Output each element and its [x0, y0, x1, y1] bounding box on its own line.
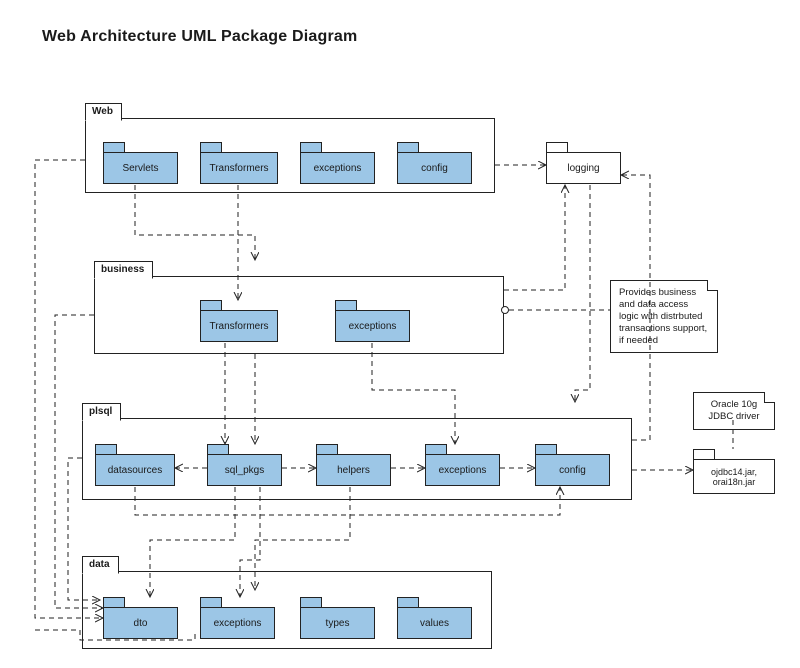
pkg-ext-jdbc-label: ojdbc14.jar, orai18n.jar	[693, 459, 775, 494]
note-business-text: Provides business and data access logic …	[619, 287, 707, 346]
pkg-plsql-config-label: config	[535, 454, 610, 486]
note-business: Provides business and data access logic …	[610, 280, 718, 353]
pkg-ext-jdbc: ojdbc14.jar, orai18n.jar	[693, 449, 775, 494]
pkg-plsql-config: config	[535, 444, 610, 486]
pkg-plsql-exceptions-label: exceptions	[425, 454, 500, 486]
pkg-data-dto-label: dto	[103, 607, 178, 639]
pkg-web-transformers: Transformers	[200, 142, 278, 184]
pkg-web-servlets-label: Servlets	[103, 152, 178, 184]
pkg-ext-logging-label: logging	[546, 152, 621, 184]
pkg-plsql-datasources-label: datasources	[95, 454, 175, 486]
pkg-data-types: types	[300, 597, 375, 639]
pkg-web-exceptions: exceptions	[300, 142, 375, 184]
diagram-canvas: Web Architecture UML Package Diagram Web…	[0, 0, 800, 668]
pkg-web-config: config	[397, 142, 472, 184]
pkg-web-config-label: config	[397, 152, 472, 184]
pkg-web-servlets: Servlets	[103, 142, 178, 184]
container-data-tab: data	[82, 556, 119, 574]
pkg-data-dto: dto	[103, 597, 178, 639]
pkg-plsql-sqlpkgs-label: sql_pkgs	[207, 454, 282, 486]
page-title: Web Architecture UML Package Diagram	[42, 28, 357, 46]
note-jdbc: Oracle 10g JDBC driver	[693, 392, 775, 430]
pkg-web-exceptions-label: exceptions	[300, 152, 375, 184]
pkg-data-exceptions: exceptions	[200, 597, 275, 639]
pkg-data-values-label: values	[397, 607, 472, 639]
pkg-data-exceptions-label: exceptions	[200, 607, 275, 639]
note-jdbc-text: Oracle 10g JDBC driver	[708, 399, 759, 422]
pkg-business-transformers-label: Transformers	[200, 310, 278, 342]
pkg-business-transformers: Transformers	[200, 300, 278, 342]
pkg-plsql-exceptions: exceptions	[425, 444, 500, 486]
pkg-plsql-datasources: datasources	[95, 444, 175, 486]
pkg-business-exceptions: exceptions	[335, 300, 410, 342]
pkg-data-values: values	[397, 597, 472, 639]
pkg-business-exceptions-label: exceptions	[335, 310, 410, 342]
container-business-tab: business	[94, 261, 153, 279]
container-web-tab: Web	[85, 103, 122, 121]
pkg-plsql-sqlpkgs: sql_pkgs	[207, 444, 282, 486]
pkg-plsql-helpers-label: helpers	[316, 454, 391, 486]
pkg-web-transformers-label: Transformers	[200, 152, 278, 184]
pkg-plsql-helpers: helpers	[316, 444, 391, 486]
container-business: business	[94, 276, 504, 354]
pkg-ext-logging: logging	[546, 142, 621, 184]
interface-lollipop	[501, 306, 509, 314]
container-plsql-tab: plsql	[82, 403, 121, 421]
pkg-data-types-label: types	[300, 607, 375, 639]
